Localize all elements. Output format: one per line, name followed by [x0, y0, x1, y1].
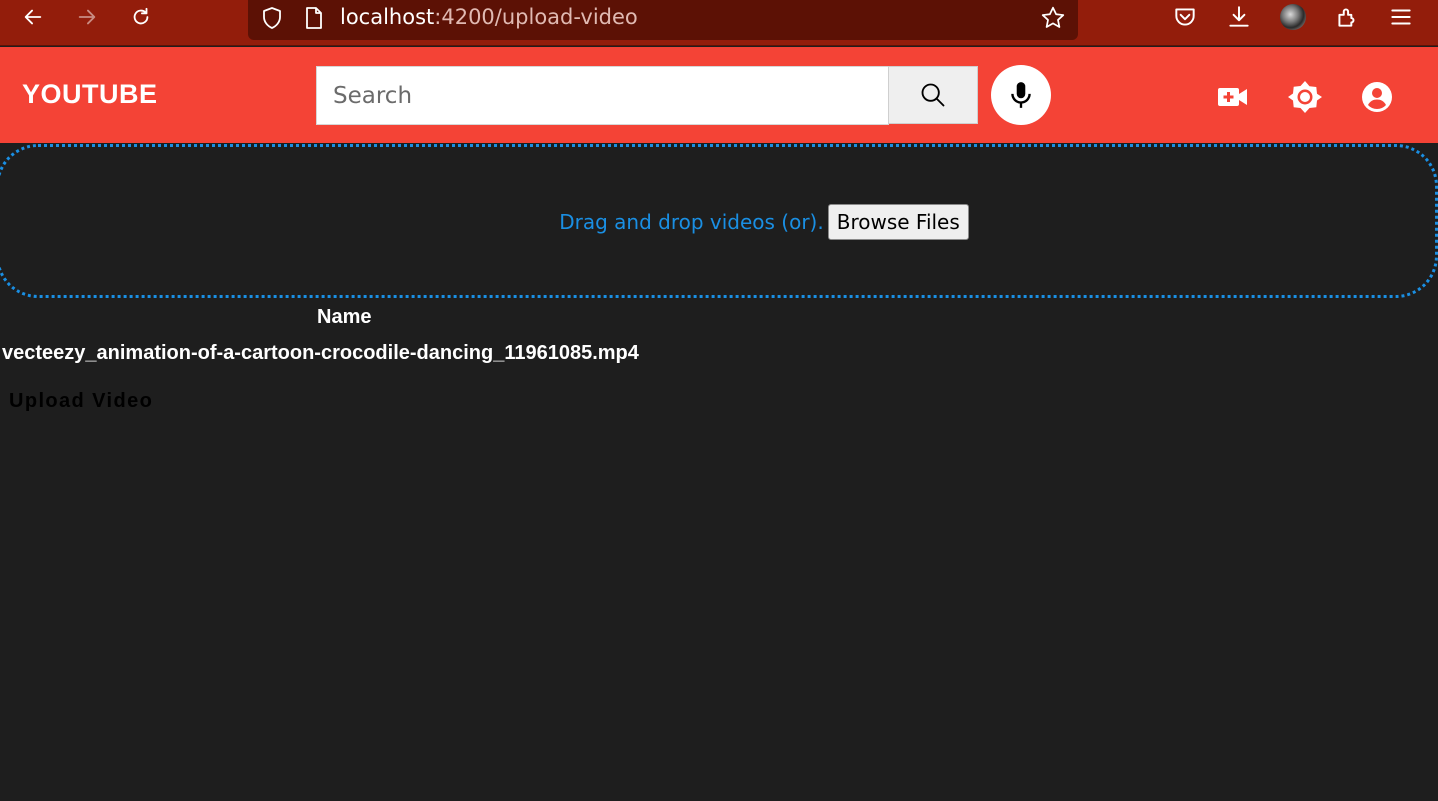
voice-search-button[interactable]: [991, 65, 1051, 125]
extensions-icon: [1338, 8, 1355, 27]
page-icon: [306, 7, 322, 29]
brightness-icon: [1288, 81, 1322, 113]
browse-files-button[interactable]: Browse Files: [827, 204, 969, 240]
profile-avatar[interactable]: [1280, 4, 1306, 30]
menu-button[interactable]: [1388, 4, 1414, 30]
video-add-icon: [1218, 88, 1247, 106]
search-button[interactable]: [888, 66, 978, 124]
downloads-button[interactable]: [1226, 4, 1252, 30]
reload-icon: [133, 7, 149, 25]
create-video-button[interactable]: [1216, 80, 1250, 114]
file-row-name: vecteezy_animation-of-a-cartoon-crocodil…: [2, 342, 639, 364]
search-icon: [921, 83, 945, 107]
app-header: YOUTUBE: [0, 47, 1438, 143]
logo[interactable]: YOUTUBE: [22, 79, 158, 110]
url-host: localhost: [340, 5, 435, 29]
account-button[interactable]: [1360, 80, 1394, 114]
back-arrow-icon: [24, 9, 42, 25]
reload-button[interactable]: [126, 2, 156, 32]
extensions-button[interactable]: [1334, 4, 1360, 30]
url-bar[interactable]: localhost:4200/upload-video: [248, 0, 1078, 40]
name-column-header: Name: [317, 306, 372, 328]
bookmark-star-icon[interactable]: [1040, 5, 1066, 31]
drop-instructions: Drag and drop videos (or).: [559, 210, 824, 234]
search-input[interactable]: [316, 66, 889, 125]
theme-toggle-button[interactable]: [1288, 80, 1322, 114]
account-icon: [1362, 82, 1392, 112]
url-path: :4200/upload-video: [434, 5, 638, 29]
url-text[interactable]: localhost:4200/upload-video: [340, 5, 638, 29]
drop-zone-content: Drag and drop videos (or). Browse Files: [0, 203, 1438, 241]
shield-icon[interactable]: [260, 6, 284, 30]
forward-button[interactable]: [72, 2, 102, 32]
forward-arrow-icon: [78, 9, 96, 25]
pocket-icon: [1175, 8, 1195, 26]
pocket-button[interactable]: [1172, 4, 1198, 30]
upload-video-button[interactable]: Upload Video: [0, 386, 162, 416]
back-button[interactable]: [18, 2, 48, 32]
download-icon: [1229, 6, 1249, 27]
microphone-icon: [1011, 82, 1031, 108]
browser-toolbar: localhost:4200/upload-video: [0, 0, 1438, 46]
menu-icon: [1391, 9, 1411, 25]
